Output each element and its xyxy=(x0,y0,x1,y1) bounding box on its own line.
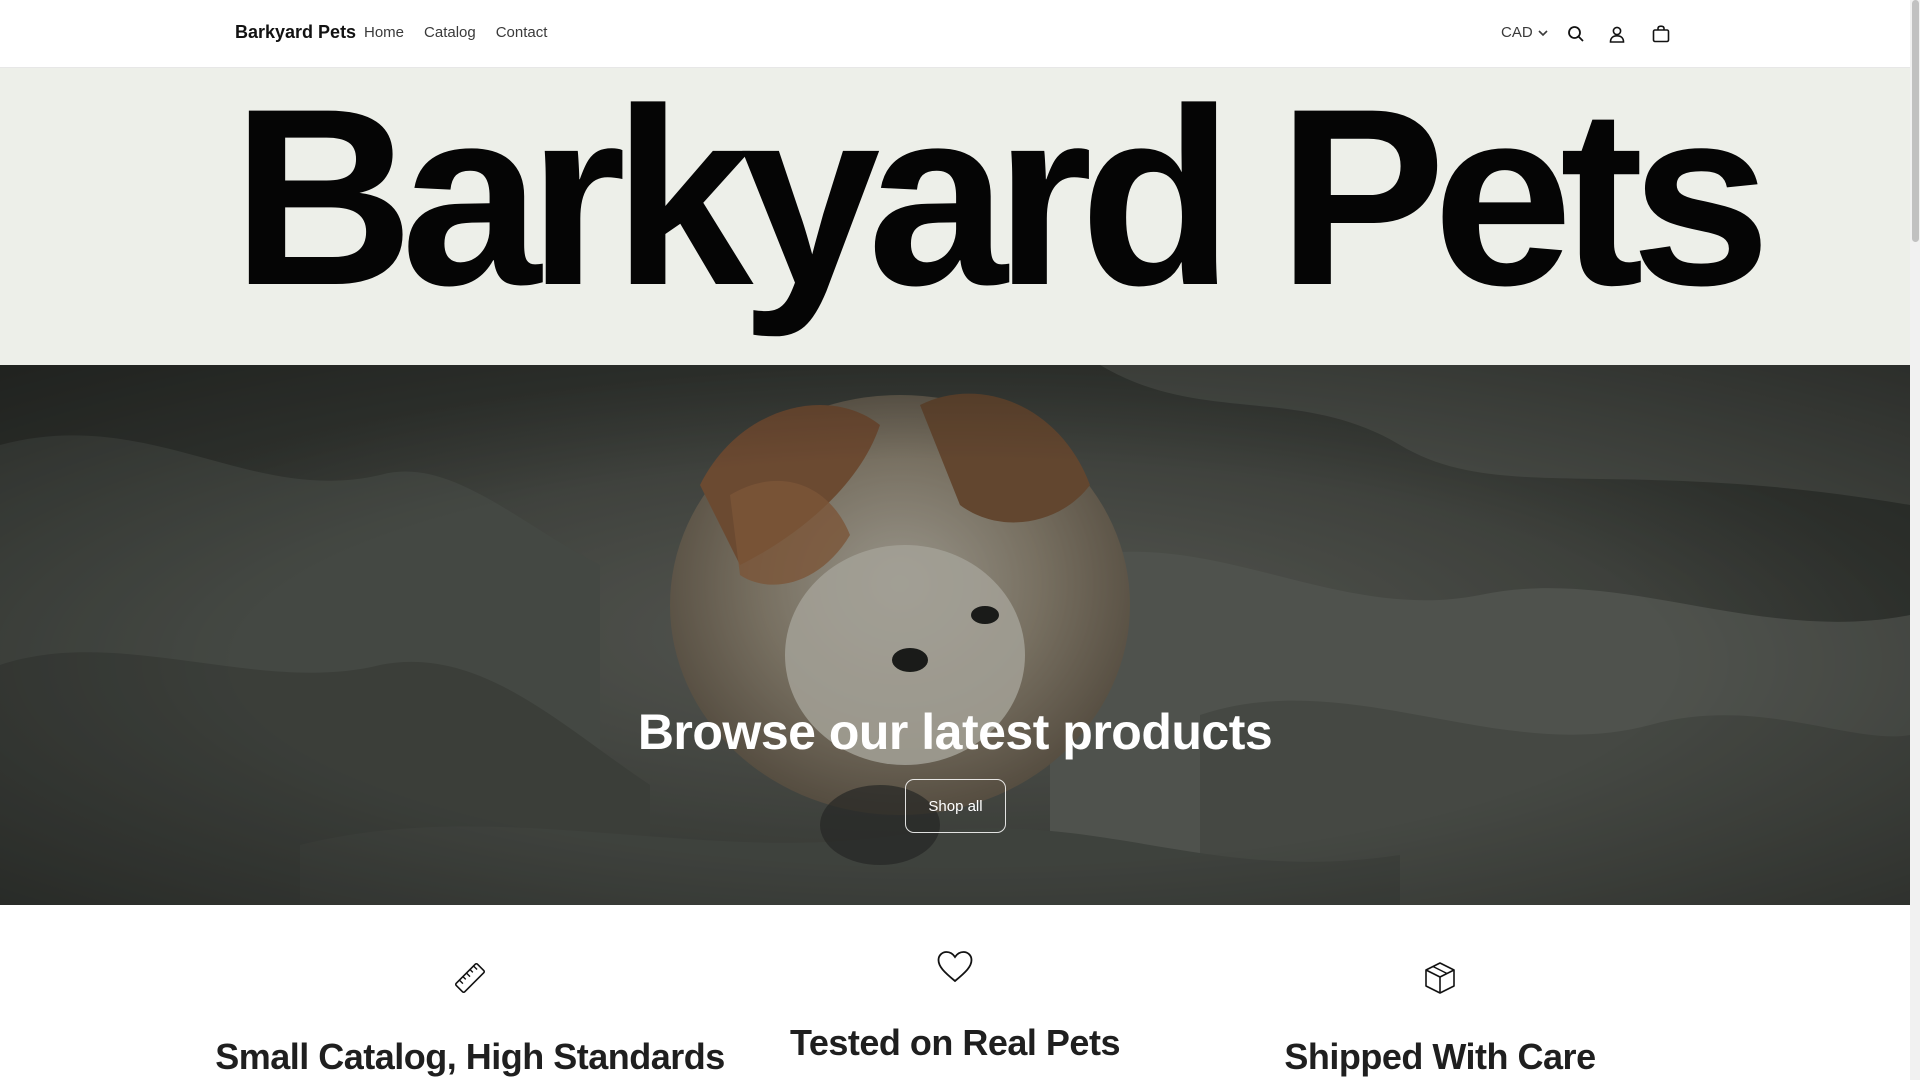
ruler-icon xyxy=(454,962,486,994)
search-icon xyxy=(1568,26,1584,42)
feature-item: Shipped With Care xyxy=(1140,960,1740,1078)
currency-selector[interactable]: CAD xyxy=(1501,24,1549,41)
search-button[interactable] xyxy=(1562,20,1590,48)
main-nav: Home Catalog Contact xyxy=(364,24,547,41)
site-header: Barkyard Pets Home Catalog Contact CAD xyxy=(0,0,1910,68)
nav-catalog[interactable]: Catalog xyxy=(424,24,476,41)
brand-logo-link[interactable]: Barkyard Pets xyxy=(235,22,356,43)
nav-contact[interactable]: Contact xyxy=(496,24,548,41)
hero-banner: Browse our latest products Shop all xyxy=(0,365,1910,905)
currency-label: CAD xyxy=(1501,24,1533,41)
hero-title-section: Barkyard Pets xyxy=(0,68,1910,365)
features-section: Small Catalog, High Standards Tested on … xyxy=(0,905,1910,1080)
account-button[interactable] xyxy=(1603,20,1631,48)
chevron-down-icon xyxy=(1538,29,1548,36)
banner-heading: Browse our latest products xyxy=(637,704,1273,760)
nav-home[interactable]: Home xyxy=(364,24,404,41)
account-icon xyxy=(1609,26,1625,43)
cart-icon xyxy=(1652,25,1670,43)
box-icon xyxy=(1425,962,1455,994)
shop-all-button[interactable]: Shop all xyxy=(905,779,1006,833)
cart-button[interactable] xyxy=(1647,20,1675,48)
feature-title: Shipped With Care xyxy=(1284,1036,1596,1077)
heart-icon xyxy=(937,951,973,983)
hero-title: Barkyard Pets xyxy=(232,68,1771,338)
scrollbar-thumb[interactable] xyxy=(1912,0,1919,242)
